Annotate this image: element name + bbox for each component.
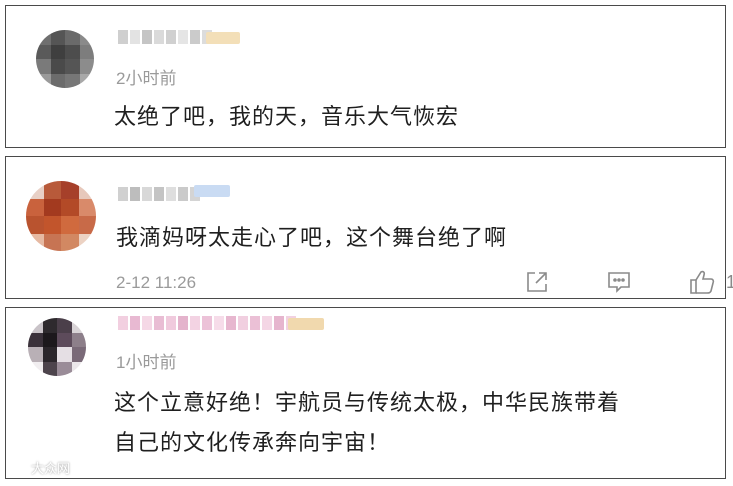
thumbs-up-icon [690, 270, 715, 294]
avatar[interactable] [26, 181, 96, 251]
comment-text: 这个立意好绝！宇航员与传统太极，中华民族带着 自己的文化传承奔向宇宙！ [114, 384, 620, 464]
comment-text-line: 自己的文化传承奔向宇宙！ [114, 431, 391, 456]
comment-button[interactable] [606, 269, 632, 295]
share-icon [527, 272, 547, 292]
username[interactable] [118, 187, 200, 201]
comment-actions: 1 [524, 268, 733, 296]
comment-text-line: 太绝了吧，我的天，音乐大气恢宏 [114, 105, 460, 130]
user-badge [206, 32, 240, 44]
user-badge [288, 318, 324, 330]
comment-time: 2小时前 [116, 69, 177, 88]
watermark-logo-icon [7, 461, 27, 474]
comment-icon [608, 272, 630, 293]
comment-text: 我滴妈呀太走心了吧，这个舞台绝了啊 [116, 219, 507, 259]
comment-text-line: 我滴妈呀太走心了吧，这个舞台绝了啊 [116, 226, 508, 251]
like-button[interactable]: 1 [688, 268, 733, 296]
comment-card: 我滴妈呀太走心了吧，这个舞台绝了啊 2-12 11:26 1 [5, 156, 733, 299]
like-count: 1 [726, 271, 733, 292]
comment-time: 1小时前 [116, 353, 177, 372]
username[interactable] [118, 30, 212, 44]
comment-time: 2-12 11:26 [116, 273, 197, 292]
watermark: 大众网 [6, 458, 70, 477]
username[interactable] [118, 316, 296, 330]
comment-text: 太绝了吧，我的天，音乐大气恢宏 [114, 98, 459, 138]
share-button[interactable] [524, 269, 550, 295]
user-badge [194, 185, 230, 197]
watermark-text: 大众网 [31, 462, 71, 477]
avatar[interactable] [36, 30, 94, 88]
avatar[interactable] [28, 318, 86, 376]
comment-text-line: 这个立意好绝！宇航员与传统太极，中华民族带着 [114, 391, 621, 416]
comment-card: 2小时前 太绝了吧，我的天，音乐大气恢宏 [5, 5, 726, 148]
comment-card: 1小时前 这个立意好绝！宇航员与传统太极，中华民族带着 自己的文化传承奔向宇宙！ [5, 307, 726, 479]
